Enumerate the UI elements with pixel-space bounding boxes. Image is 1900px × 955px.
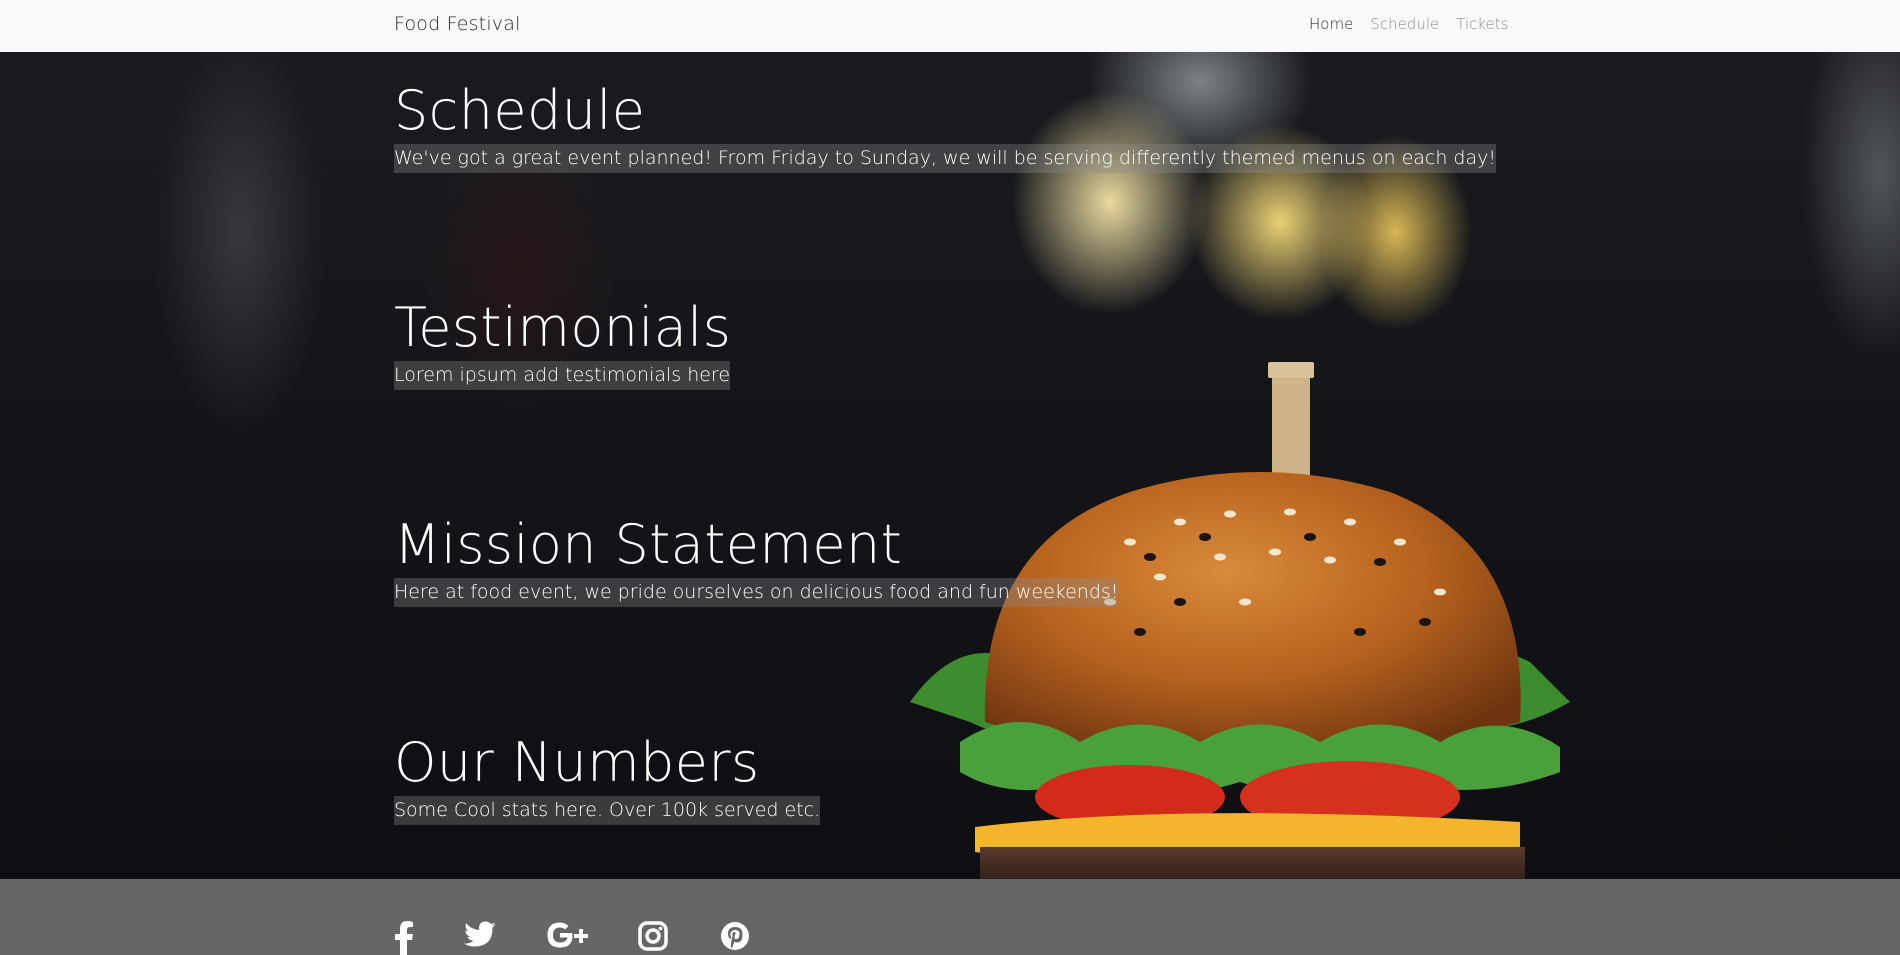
section-text: We've got a great event planned! From Fr…	[394, 144, 1496, 174]
schedule-section: Schedule We've got a great event planned…	[394, 79, 1496, 174]
section-title: Our Numbers	[394, 731, 760, 794]
section-text: Some Cool stats here. Over 100k served e…	[394, 796, 821, 826]
section-title: Testimonials	[394, 296, 732, 359]
section-title: Schedule	[394, 79, 646, 142]
instagram-icon[interactable]	[638, 921, 668, 951]
nav-link-tickets[interactable]: Tickets	[1456, 15, 1508, 33]
brand-link[interactable]: Food Festival	[394, 13, 521, 35]
navbar: Food Festival Home Schedule Tickets	[0, 0, 1900, 52]
hero-background: Schedule We've got a great event planned…	[0, 52, 1900, 879]
mission-statement-section: Mission Statement Here at food event, we…	[394, 513, 1119, 608]
footer	[0, 879, 1900, 955]
pinterest-icon[interactable]	[720, 921, 750, 951]
testimonials-section: Testimonials Lorem ipsum add testimonial…	[394, 296, 732, 391]
nav-link-home[interactable]: Home	[1309, 15, 1353, 33]
nav-links: Home Schedule Tickets	[1309, 15, 1508, 33]
facebook-icon[interactable]	[394, 921, 414, 955]
section-title: Mission Statement	[394, 513, 903, 576]
nav-link-schedule[interactable]: Schedule	[1370, 15, 1439, 33]
google-plus-icon[interactable]	[546, 921, 592, 949]
twitter-icon[interactable]	[464, 921, 496, 949]
section-text: Lorem ipsum add testimonials here	[394, 361, 731, 391]
our-numbers-section: Our Numbers Some Cool stats here. Over 1…	[394, 731, 821, 826]
section-text: Here at food event, we pride ourselves o…	[394, 578, 1119, 608]
